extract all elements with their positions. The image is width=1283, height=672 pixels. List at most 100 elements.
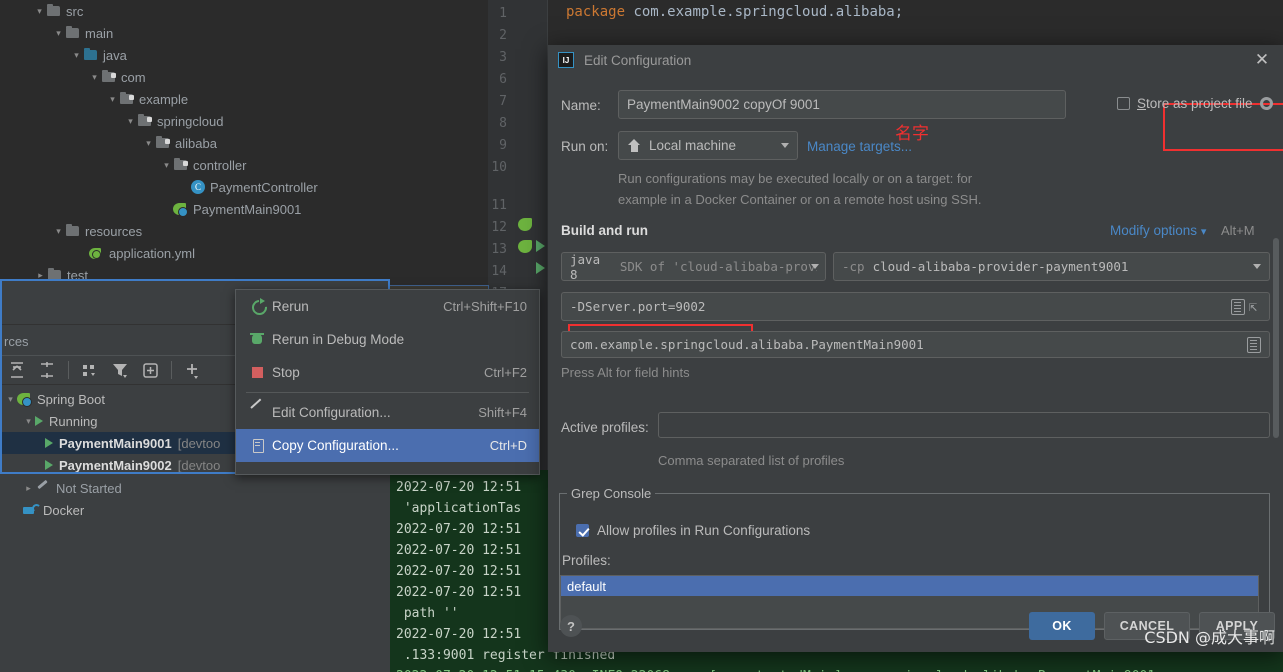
dialog-scrollbar[interactable] — [1273, 238, 1279, 438]
close-icon[interactable]: ✕ — [1253, 51, 1271, 69]
filter-icon[interactable] — [107, 358, 133, 382]
tree-item-springcloud[interactable]: ▾ springcloud — [0, 110, 488, 132]
allow-profiles-checkbox[interactable] — [576, 524, 589, 537]
vm-options-input[interactable]: -DServer.port=9002 ⇱ — [561, 292, 1270, 321]
ok-button[interactable]: OK — [1029, 612, 1095, 640]
menu-item-copy-configuration[interactable]: Copy Configuration... Ctrl+D — [236, 429, 539, 462]
tree-item-label: application.yml — [109, 246, 195, 261]
chevron-down-icon[interactable]: ▾ — [52, 28, 65, 39]
jre-sdk-dropdown[interactable]: java 8 SDK of 'cloud-alibaba-provi — [561, 252, 826, 281]
menu-item-label: Rerun in Debug Mode — [272, 332, 527, 347]
chevron-right-icon[interactable]: ▸ — [22, 483, 35, 494]
chevron-down-icon[interactable] — [811, 264, 819, 269]
expand-icon[interactable]: ⇱ — [1245, 299, 1261, 315]
intellij-logo-icon: IJ — [558, 52, 574, 68]
tree-item-resources[interactable]: ▾ resources — [0, 220, 488, 242]
console-line: 2022-07-20 12:51 — [396, 585, 521, 600]
chevron-down-icon[interactable]: ▾ — [22, 416, 35, 427]
tree-item-label: resources — [85, 224, 142, 239]
chevron-down-icon[interactable]: ▾ — [124, 116, 137, 127]
tree-item-main[interactable]: ▾ main — [0, 22, 488, 44]
stop-icon — [248, 364, 272, 382]
edit-configuration-dialog[interactable]: IJ Edit Configuration ✕ Name: PaymentMai… — [548, 45, 1283, 652]
add-frame-icon[interactable] — [137, 358, 163, 382]
manage-targets-link[interactable]: Manage targets... — [807, 139, 912, 154]
tree-item-com[interactable]: ▾ com — [0, 66, 488, 88]
configuration-name-input[interactable]: PaymentMain9002 copyOf 9001 — [618, 90, 1066, 119]
menu-item-rerun[interactable]: Rerun Ctrl+Shift+F10 — [236, 290, 539, 323]
expand-all-icon[interactable] — [4, 358, 30, 382]
chevron-right-icon[interactable]: ▸ — [34, 270, 47, 281]
grep-console-legend: Grep Console — [567, 486, 655, 501]
line-number: 9 — [499, 138, 507, 153]
chevron-down-icon[interactable] — [781, 143, 789, 148]
active-profiles-label: Active profiles: — [561, 420, 649, 435]
run-on-dropdown[interactable]: Local machine — [618, 131, 798, 160]
line-number: 6 — [499, 72, 507, 87]
run-icon — [45, 438, 53, 448]
menu-item-edit-configuration[interactable]: Edit Configuration... Shift+F4 — [236, 396, 539, 429]
tree-item-payment-controller[interactable]: C PaymentController — [0, 176, 488, 198]
collapse-all-icon[interactable] — [34, 358, 60, 382]
services-item-label: Not Started — [56, 481, 122, 496]
group-by-icon[interactable] — [77, 358, 103, 382]
chevron-down-icon[interactable]: ▾ — [4, 394, 17, 405]
tree-item-application-yml[interactable]: application.yml — [0, 242, 488, 264]
chevron-down-icon[interactable]: ▾ — [70, 50, 83, 61]
store-as-project-file-row[interactable]: SStore as project filetore as project fi… — [1117, 96, 1273, 111]
allow-profiles-row[interactable]: Allow profiles in Run Configurations — [576, 523, 810, 538]
document-icon[interactable] — [1231, 299, 1245, 315]
dialog-body: Name: PaymentMain9002 copyOf 9001 名字 SSt… — [548, 75, 1283, 620]
tree-item-src[interactable]: ▾ src — [0, 0, 488, 22]
chevron-down-icon[interactable]: ▾ — [106, 94, 119, 105]
menu-separator — [246, 392, 529, 393]
chevron-down-icon[interactable]: ▾ — [52, 226, 65, 237]
spring-gutter-icon[interactable] — [518, 240, 534, 256]
active-profiles-input[interactable] — [658, 412, 1270, 438]
package-icon — [119, 92, 135, 106]
plus-icon[interactable] — [180, 358, 206, 382]
watermark: CSDN @成大事啊 — [1144, 624, 1275, 648]
modify-options-link[interactable]: Modify options ▾ — [1110, 223, 1206, 238]
help-button[interactable]: ? — [560, 615, 582, 637]
line-number: 3 — [499, 50, 507, 65]
tree-item-label: main — [85, 26, 113, 41]
code-keyword: package — [566, 4, 625, 20]
class-icon: C — [191, 180, 205, 194]
menu-item-rerun-in-debug-mode[interactable]: Rerun in Debug Mode — [236, 323, 539, 356]
spring-boot-icon — [17, 392, 32, 407]
copy-icon — [248, 437, 272, 455]
services-item-suffix: [devtoo — [178, 436, 221, 451]
source-folder-icon — [83, 48, 99, 62]
services-item-docker[interactable]: Docker — [0, 499, 390, 521]
console-line: 2022-07-20 12:51 — [396, 522, 521, 537]
menu-item-shortcut: Shift+F4 — [478, 405, 527, 420]
package-icon — [137, 114, 153, 128]
store-as-project-file-checkbox[interactable] — [1117, 97, 1130, 110]
project-tree[interactable]: ▾ src ▾ main ▾ java ▾ com ▾ example ▾ sp… — [0, 0, 488, 280]
chevron-down-icon[interactable]: ▾ — [142, 138, 155, 149]
tree-item-example[interactable]: ▾ example — [0, 88, 488, 110]
module-classpath-dropdown[interactable]: -cp cloud-alibaba-provider-payment9001 — [833, 252, 1270, 281]
list-item[interactable]: default — [561, 576, 1258, 596]
line-number: 11 — [491, 198, 507, 213]
chevron-down-icon[interactable]: ▾ — [160, 160, 173, 171]
services-item-not-started[interactable]: ▸ Not Started — [0, 477, 390, 499]
line-number: 13 — [491, 242, 507, 257]
gear-icon[interactable] — [1260, 97, 1273, 110]
chevron-down-icon[interactable]: ▾ — [33, 6, 46, 17]
package-icon — [155, 136, 171, 150]
tree-item-alibaba[interactable]: ▾ alibaba — [0, 132, 488, 154]
run-context-menu[interactable]: Rerun Ctrl+Shift+F10 Rerun in Debug Mode… — [235, 289, 540, 475]
document-icon[interactable] — [1247, 337, 1261, 353]
tree-item-java[interactable]: ▾ java — [0, 44, 488, 66]
main-class-input[interactable]: com.example.springcloud.alibaba.PaymentM… — [561, 331, 1270, 358]
menu-item-stop[interactable]: Stop Ctrl+F2 — [236, 356, 539, 389]
tree-item-controller[interactable]: ▾ controller — [0, 154, 488, 176]
tree-item-payment-main-9001[interactable]: PaymentMain9001 — [0, 198, 488, 220]
menu-item-label: Rerun — [272, 299, 443, 314]
spring-boot-class-icon — [173, 202, 188, 217]
bean-gutter-icon[interactable] — [518, 218, 534, 234]
chevron-down-icon[interactable]: ▾ — [88, 72, 101, 83]
chevron-down-icon[interactable] — [1253, 264, 1261, 269]
